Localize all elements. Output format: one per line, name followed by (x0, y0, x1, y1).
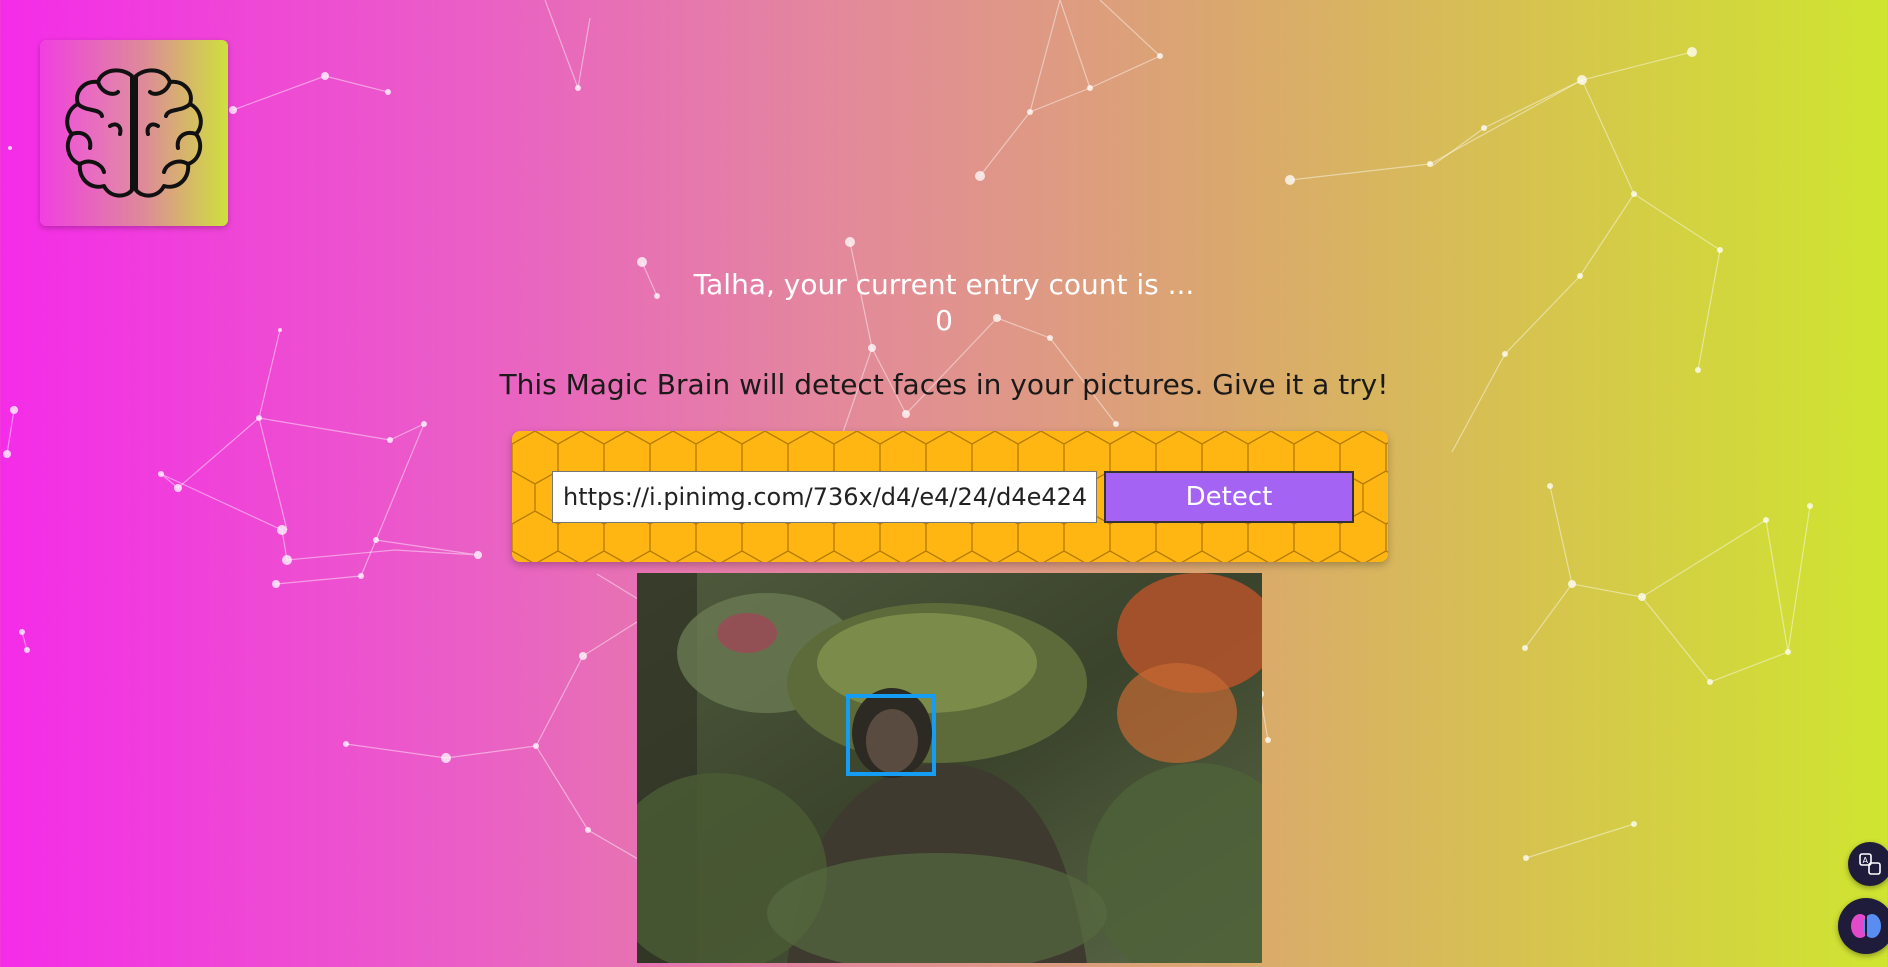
svg-text:A: A (1863, 856, 1869, 865)
translate-icon: A (1859, 853, 1881, 875)
logo-tile (40, 40, 228, 226)
entry-count-value: 0 (935, 304, 953, 337)
brain-icon (65, 68, 203, 198)
translate-button[interactable]: A (1848, 842, 1888, 886)
app-description: This Magic Brain will detect faces in yo… (499, 368, 1389, 401)
uploaded-photo (637, 573, 1262, 963)
face-bounding-box (846, 694, 936, 776)
image-url-form: Detect (512, 431, 1388, 562)
image-url-input[interactable] (552, 471, 1097, 523)
detect-button[interactable]: Detect (1104, 471, 1354, 523)
assistant-button[interactable] (1838, 898, 1888, 954)
entry-count-greeting: Talha, your current entry count is ... (693, 268, 1195, 301)
brain-assistant-icon (1851, 914, 1881, 938)
camouflaged-soldier-photo (637, 573, 1262, 963)
